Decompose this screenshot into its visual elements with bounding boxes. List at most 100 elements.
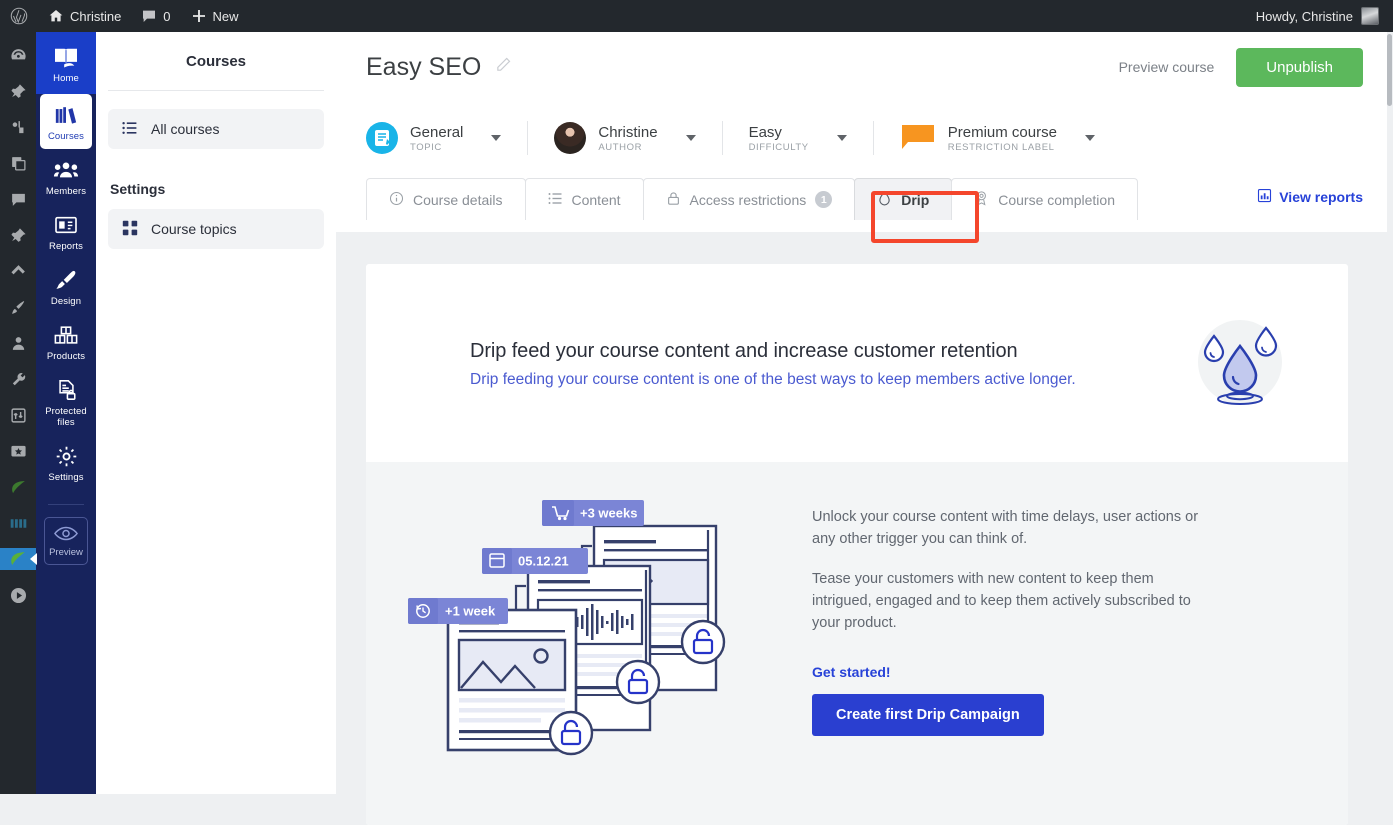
books-icon <box>54 102 78 128</box>
info-circle-icon <box>389 191 404 209</box>
mp-nav-item-home[interactable]: Home <box>36 32 96 94</box>
tab-label-access-restrictions: Access restrictions <box>689 191 807 208</box>
mp-nav-label-products: Products <box>46 351 86 362</box>
wp-logo-button[interactable] <box>0 0 38 32</box>
new-content-button[interactable]: New <box>181 0 249 32</box>
sidebar-item-label-all-courses: All courses <box>151 121 220 137</box>
tab-course-completion[interactable]: Course completion <box>951 178 1138 220</box>
author-avatar <box>554 122 587 154</box>
meta-topic-label: TOPIC <box>410 141 442 153</box>
meta-restriction[interactable]: Premium course RESTRICTION LABEL <box>900 121 1121 156</box>
scrollbar-track[interactable] <box>1387 32 1393 794</box>
tab-drip[interactable]: Drip <box>854 178 953 220</box>
avatar <box>1361 7 1379 25</box>
droplet-icon <box>877 190 892 209</box>
pin-alt-icon[interactable] <box>6 224 30 246</box>
meta-topic[interactable]: General TOPIC <box>366 122 527 154</box>
scrollbar-thumb[interactable] <box>1387 34 1392 106</box>
account-menu[interactable]: Howdy, Christine <box>1256 7 1393 25</box>
eye-icon <box>54 525 78 545</box>
meta-divider <box>527 121 529 155</box>
pin-icon[interactable] <box>6 80 30 102</box>
leaf-active-icon[interactable] <box>0 548 36 570</box>
play-icon[interactable] <box>6 584 30 606</box>
tab-course-details[interactable]: Course details <box>366 178 526 220</box>
meta-divider <box>872 121 874 155</box>
media-icon[interactable] <box>6 116 30 138</box>
leaf-icon[interactable] <box>6 476 30 498</box>
award-icon <box>974 190 989 209</box>
site-name-button[interactable]: Christine <box>38 0 131 32</box>
star-box-icon[interactable] <box>6 440 30 462</box>
sidebar-item-all-courses[interactable]: All courses <box>108 109 324 149</box>
meta-difficulty-value: Easy <box>748 123 782 141</box>
list-icon <box>548 191 563 209</box>
chart-icon <box>1257 188 1272 206</box>
list-icon <box>122 120 138 139</box>
chevron-down-icon[interactable] <box>1084 135 1095 141</box>
course-meta-row: General TOPIC Christine AUTHOR Easy DIFF… <box>336 102 1393 166</box>
users-icon[interactable] <box>6 332 30 354</box>
view-reports-link[interactable]: View reports <box>1257 188 1363 220</box>
sidebar-item-course-topics[interactable]: Course topics <box>108 209 324 249</box>
meta-author-value: Christine <box>598 123 658 141</box>
mp-nav-item-members[interactable]: Members <box>36 149 96 204</box>
paintbrush-icon <box>54 267 78 293</box>
gear-icon <box>55 443 78 469</box>
mp-nav-item-settings[interactable]: Settings <box>36 435 96 490</box>
meta-restriction-label: RESTRICTION LABEL <box>947 141 1055 153</box>
topic-badge-icon <box>366 122 398 154</box>
pages-icon[interactable] <box>6 152 30 174</box>
pencil-icon[interactable] <box>495 56 512 78</box>
grid-icon <box>122 220 138 239</box>
chevron-down-icon[interactable] <box>491 135 502 141</box>
promo-copy: Unlock your course content with time del… <box>812 490 1212 785</box>
meta-author-label: AUTHOR <box>598 141 643 153</box>
tab-content[interactable]: Content <box>524 178 644 220</box>
comments-icon[interactable] <box>6 188 30 210</box>
preview-button[interactable]: Preview <box>44 517 88 565</box>
meta-author-text: Christine AUTHOR <box>598 124 657 153</box>
plugin-icon[interactable] <box>6 260 30 282</box>
drip-empty-state-panel: Drip feed your course content and increa… <box>336 232 1393 825</box>
courses-sidebar: Courses All courses Settings Course topi… <box>96 32 336 794</box>
meta-author[interactable]: Christine AUTHOR <box>554 122 721 154</box>
drip-content-illustration: +3 weeks 05.12.21 +1 week <box>406 490 766 785</box>
preview-course-link[interactable]: Preview course <box>1119 59 1215 75</box>
meta-difficulty-text: Easy DIFFICULTY <box>749 124 809 153</box>
page-header: Easy SEO Preview course Unpublish <box>336 32 1393 102</box>
mp-nav-item-protected-files[interactable]: Protected files <box>36 369 96 435</box>
tools-icon[interactable] <box>6 368 30 390</box>
dashboard-icon[interactable] <box>6 44 30 66</box>
create-first-drip-campaign-button[interactable]: Create first Drip Campaign <box>812 694 1044 736</box>
mp-nav-label-members: Members <box>45 186 87 197</box>
page-title: Easy SEO <box>366 52 482 81</box>
restriction-flag-icon <box>900 121 936 156</box>
book-open-icon <box>53 44 79 70</box>
sidebar-divider <box>108 90 324 91</box>
header-actions: Preview course Unpublish <box>1119 47 1363 87</box>
mp-nav-item-reports[interactable]: Reports <box>36 204 96 259</box>
mp-nav-item-courses[interactable]: Courses <box>40 94 92 149</box>
main-content: Easy SEO Preview course Unpublish Genera… <box>336 32 1393 825</box>
mp-nav-item-products[interactable]: Products <box>36 314 96 369</box>
tab-access-restrictions[interactable]: Access restrictions 1 <box>642 178 856 220</box>
bars-icon[interactable] <box>6 512 30 534</box>
chevron-down-icon[interactable] <box>836 135 847 141</box>
brush-icon[interactable] <box>6 296 30 318</box>
promo-card: Drip feed your course content and increa… <box>366 264 1348 825</box>
howdy-label: Howdy, Christine <box>1255 8 1353 24</box>
sliders-icon[interactable] <box>6 404 30 426</box>
home-icon <box>48 8 64 24</box>
meta-restriction-value: Premium course <box>947 123 1057 141</box>
comments-button[interactable]: 0 <box>131 0 180 32</box>
chevron-down-icon[interactable] <box>685 135 696 141</box>
unpublish-button[interactable]: Unpublish <box>1236 47 1363 87</box>
meta-difficulty[interactable]: Easy DIFFICULTY <box>749 124 873 153</box>
meta-restriction-text: Premium course RESTRICTION LABEL <box>948 124 1057 153</box>
mp-nav-item-design[interactable]: Design <box>36 259 96 314</box>
people-icon <box>53 157 79 183</box>
mp-nav-label-settings: Settings <box>48 472 84 483</box>
new-content-label: New <box>212 8 239 24</box>
view-reports-label: View reports <box>1279 189 1363 205</box>
